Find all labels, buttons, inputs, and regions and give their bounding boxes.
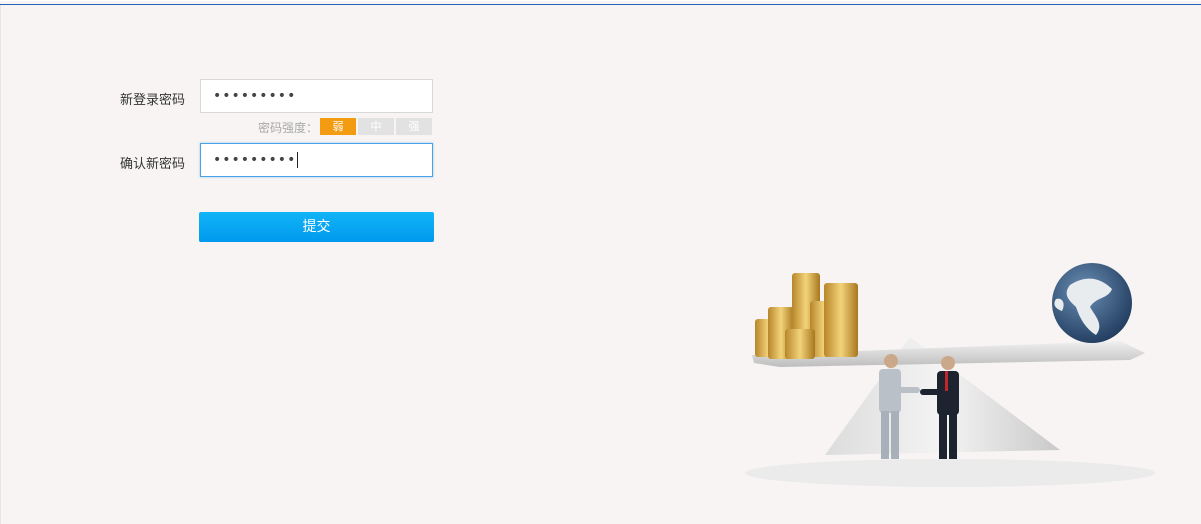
header-divider — [0, 0, 1201, 5]
globe — [1052, 263, 1132, 343]
frame-border — [0, 5, 1, 524]
submit-button[interactable]: 提交 — [199, 212, 434, 242]
new-password-field[interactable]: ••••••••• — [200, 79, 433, 113]
confirm-password-value: ••••••••• — [213, 152, 297, 168]
ground-shadow — [745, 459, 1155, 487]
password-strength-label: 密码强度： — [258, 121, 319, 135]
business-handshake-balance-illustration — [745, 263, 1155, 487]
new-password-label: 新登录密码 — [119, 93, 185, 108]
confirm-password-label: 确认新密码 — [119, 157, 185, 172]
strength-strong: 强 — [396, 118, 432, 135]
strength-weak: 弱 — [320, 118, 356, 135]
confirm-password-field[interactable]: ••••••••• — [200, 143, 433, 177]
new-password-value: ••••••••• — [213, 88, 297, 104]
strength-medium: 中 — [358, 118, 394, 135]
text-caret — [297, 152, 299, 168]
coin-stacks — [755, 273, 858, 359]
